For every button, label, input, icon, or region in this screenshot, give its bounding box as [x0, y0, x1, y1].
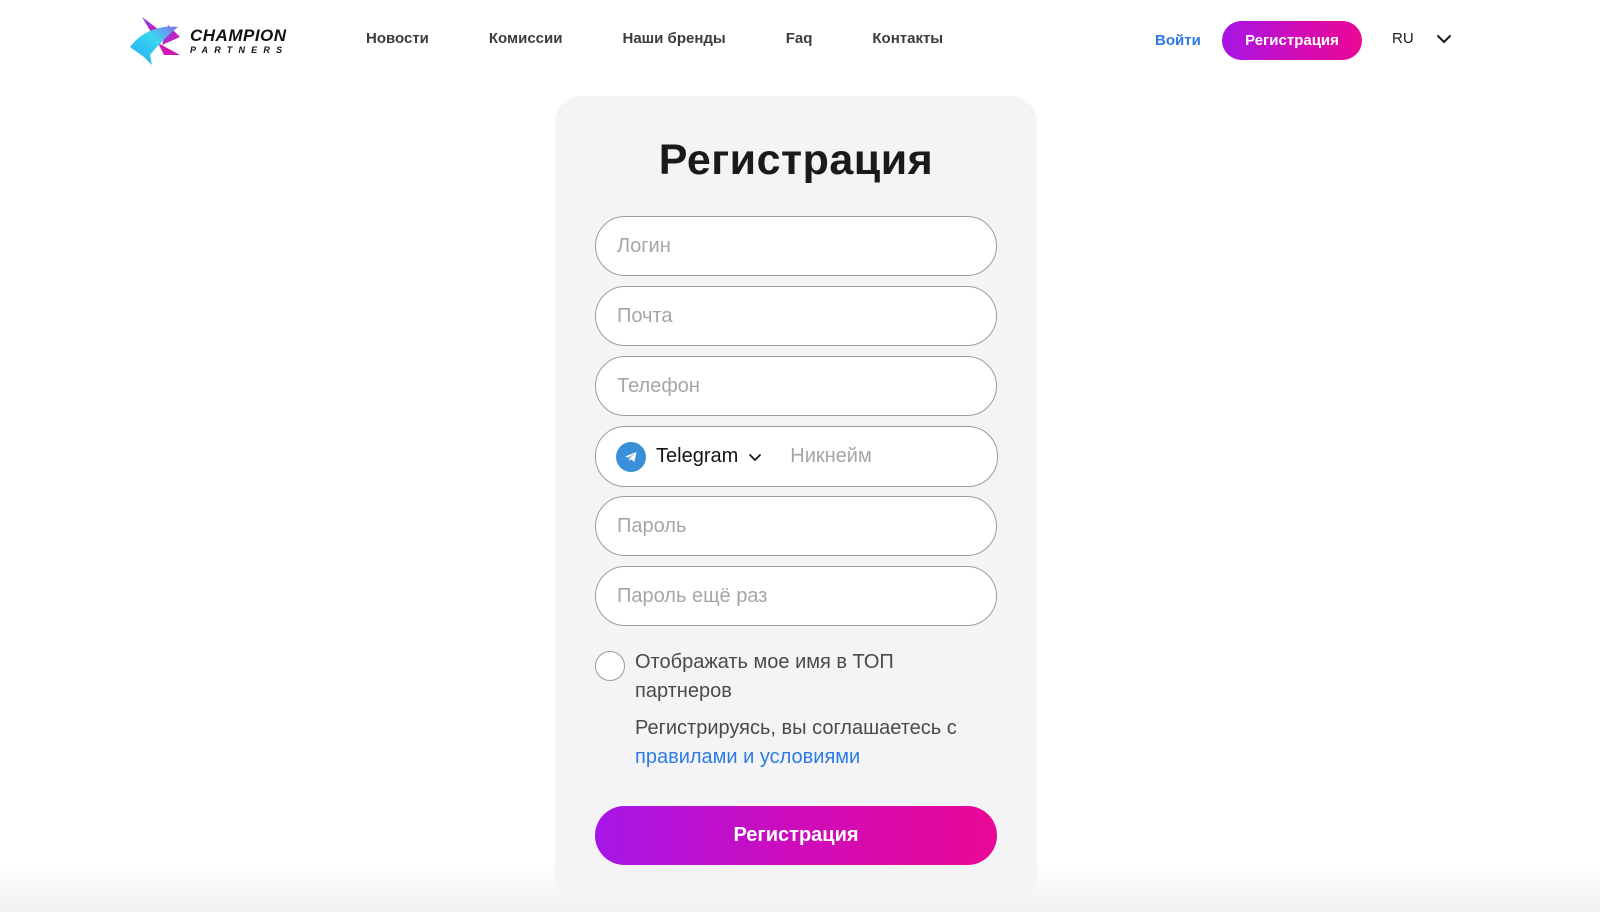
nav-item-news[interactable]: Новости — [366, 30, 429, 47]
chevron-down-icon — [749, 453, 762, 461]
terms-prefix: Регистрируясь, вы соглашаетесь с — [635, 717, 957, 739]
show-in-top-checkbox[interactable] — [595, 651, 625, 681]
messenger-field: Telegram — [595, 426, 998, 487]
register-submit-button[interactable]: Регистрация — [595, 806, 997, 865]
show-in-top-label: Отображать мое имя в ТОП партнеров — [635, 651, 894, 702]
star-logo-icon — [130, 17, 180, 65]
nav-item-faq[interactable]: Faq — [786, 30, 813, 47]
logo-title: CHAMPION — [190, 26, 287, 45]
main-nav: Новости Комиссии Наши бренды Faq Контакт… — [366, 30, 1003, 47]
password-input[interactable] — [595, 496, 997, 556]
nickname-input[interactable] — [790, 445, 981, 468]
terms-link[interactable]: правилами и условиями — [635, 746, 860, 768]
messenger-select[interactable]: Telegram — [616, 441, 762, 472]
login-link[interactable]: Войти — [1155, 32, 1201, 49]
registration-card: Регистрация Telegram Отображать мое имя … — [555, 96, 1037, 904]
email-input[interactable] — [595, 286, 997, 346]
terms-text: Регистрируясь, вы соглашаетесь с правила… — [635, 714, 995, 772]
chevron-down-icon — [1436, 34, 1451, 43]
language-select[interactable]: RU — [1392, 30, 1452, 47]
show-in-top-option: Отображать мое имя в ТОП партнеров — [595, 648, 965, 706]
language-label: RU — [1392, 30, 1414, 47]
password-repeat-input[interactable] — [595, 566, 997, 626]
nav-item-brands[interactable]: Наши бренды — [622, 30, 725, 47]
phone-input[interactable] — [595, 356, 997, 416]
header-register-button[interactable]: Регистрация — [1222, 21, 1362, 60]
telegram-icon — [616, 441, 646, 472]
logo-subtitle: PARTNERS — [190, 45, 289, 55]
page-title: Регистрация — [658, 136, 934, 184]
nav-item-contacts[interactable]: Контакты — [872, 30, 943, 47]
login-input[interactable] — [595, 216, 997, 276]
logo[interactable]: CHAMPION PARTNERS — [128, 15, 303, 67]
messenger-label: Telegram — [656, 445, 739, 467]
nav-item-commissions[interactable]: Комиссии — [489, 30, 563, 47]
site-header: CHAMPION PARTNERS Новости Комиссии Наши … — [0, 0, 1600, 82]
